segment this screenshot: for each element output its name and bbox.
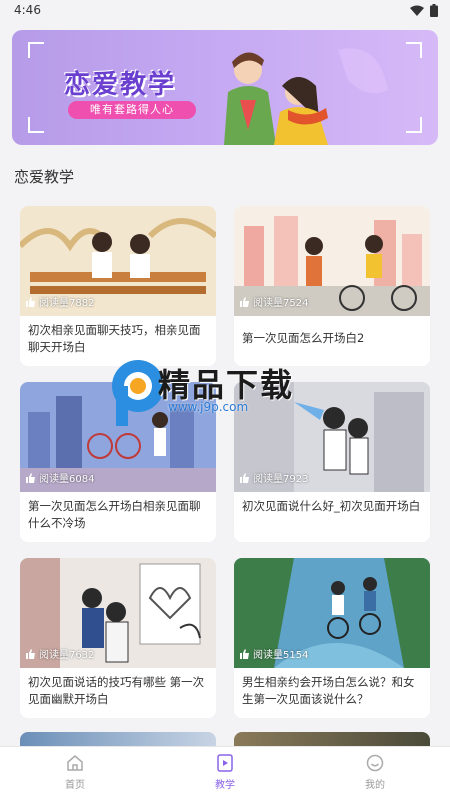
article-title: 初次见面说话的技巧有哪些 第一次见面幽默开场白: [28, 675, 205, 706]
read-count-label: 阅读量5154: [253, 650, 309, 661]
smile-icon: [366, 754, 384, 772]
read-count: 阅读量7882: [26, 294, 94, 309]
tab-label: 教学: [215, 780, 235, 791]
article-card[interactable]: 阅读量7632 初次见面说话的技巧有哪些 第一次见面幽默开场白: [20, 558, 216, 718]
read-count-label: 阅读量6084: [39, 474, 95, 485]
banner-title: 恋爱教学: [64, 70, 177, 100]
thumbs-up-icon: [26, 296, 35, 307]
article-card[interactable]: 阅读量7882 初次相亲见面聊天技巧，相亲见面聊天开场白: [20, 206, 216, 366]
thumbs-up-icon: [240, 296, 249, 307]
play-icon: [217, 754, 233, 772]
battery-icon: [430, 4, 438, 17]
tab-home[interactable]: 首页: [35, 753, 115, 791]
thumbs-up-icon: [26, 648, 35, 659]
read-count: 阅读量7524: [240, 294, 308, 309]
read-count: 阅读量6084: [26, 470, 94, 485]
article-card[interactable]: 阅读量5154 男生相亲约会开场白怎么说？和女生第一次见面该说什么？: [234, 558, 430, 718]
status-bar: 4:46: [0, 0, 450, 24]
read-count: 阅读量5154: [240, 646, 308, 661]
read-count-label: 阅读量7882: [39, 298, 95, 309]
read-count-label: 阅读量7524: [253, 298, 309, 309]
article-title: 男生相亲约会开场白怎么说？和女生第一次见面该说什么？: [242, 675, 415, 706]
status-icons: [410, 4, 438, 17]
article-title: 初次相亲见面聊天技巧，相亲见面聊天开场白: [28, 323, 201, 354]
status-time: 4:46: [14, 3, 41, 17]
thumbs-up-icon: [240, 648, 249, 659]
read-count-label: 阅读量7632: [39, 650, 95, 661]
thumbs-up-icon: [240, 472, 249, 483]
frame-corner: [28, 42, 44, 58]
tab-mine[interactable]: 我的: [335, 753, 415, 791]
read-count-label: 阅读量7923: [253, 474, 309, 485]
home-icon: [67, 755, 83, 771]
tab-label: 我的: [365, 780, 385, 791]
tab-label: 首页: [65, 780, 85, 791]
frame-corner: [28, 117, 44, 133]
read-count: 阅读量7923: [240, 470, 308, 485]
banner-subtitle: 唯有套路得人心: [68, 101, 196, 119]
bottom-tab-bar: 首页 教学 我的: [0, 746, 450, 800]
article-title: 第一次见面怎么开场白2: [242, 331, 365, 345]
article-title: 初次见面说什么好_初次见面开场白: [242, 499, 421, 513]
read-count: 阅读量7632: [26, 646, 94, 661]
article-card[interactable]: 阅读量7524 第一次见面怎么开场白2: [234, 206, 430, 366]
article-card[interactable]: 阅读量6084 第一次见面怎么开场白相亲见面聊什么不冷场: [20, 382, 216, 542]
wifi-icon: [410, 5, 424, 16]
tab-teaching[interactable]: 教学: [185, 753, 265, 791]
section-title: 恋爱教学: [14, 168, 75, 186]
article-title: 第一次见面怎么开场白相亲见面聊什么不冷场: [28, 499, 201, 530]
promo-banner[interactable]: 恋爱教学 唯有套路得人心: [12, 30, 438, 145]
couple-illustration: [224, 48, 388, 145]
article-card[interactable]: 阅读量7923 初次见面说什么好_初次见面开场白: [234, 382, 430, 542]
thumbs-up-icon: [26, 472, 35, 483]
